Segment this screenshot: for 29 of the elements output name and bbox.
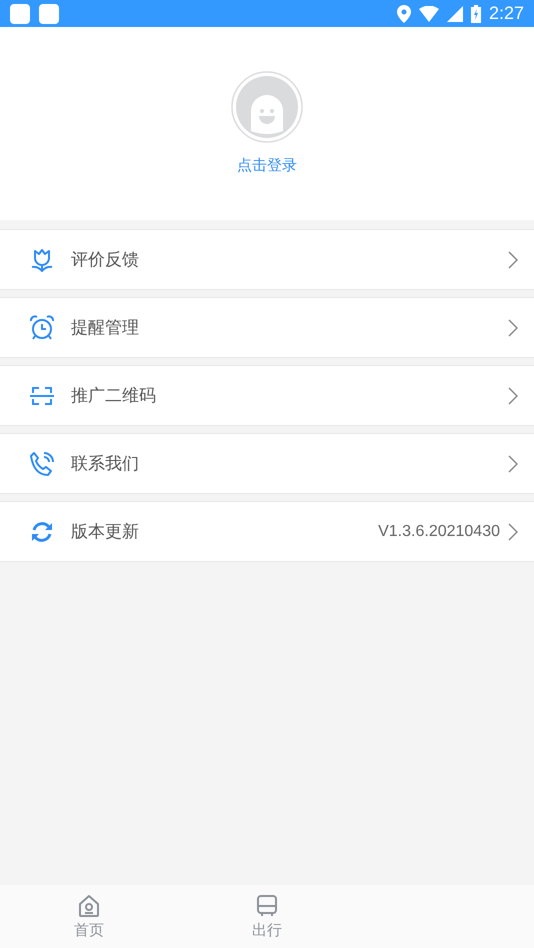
- chevron-right-icon: [508, 522, 518, 540]
- menu-label: 版本更新: [71, 521, 140, 543]
- alarm-clock-icon: [29, 314, 55, 340]
- location-icon: [396, 4, 411, 22]
- notification-icon: [10, 4, 30, 24]
- house-icon: [77, 894, 101, 918]
- chevron-right-icon: [508, 318, 518, 336]
- tulip-icon: [29, 246, 55, 272]
- chevron-right-icon: [508, 386, 518, 404]
- notification-icon: [39, 4, 59, 24]
- menu-item[interactable]: 提醒管理: [0, 297, 534, 358]
- menu-label: 联系我们: [71, 453, 140, 475]
- chevron-right-icon: [508, 250, 518, 268]
- menu-item[interactable]: 联系我们: [0, 433, 534, 494]
- battery-icon: [470, 4, 481, 22]
- phone-icon: [29, 450, 55, 476]
- avatar-icon[interactable]: [231, 71, 303, 143]
- menu-item[interactable]: 推广二维码: [0, 365, 534, 426]
- menu-label: 评价反馈: [71, 249, 140, 271]
- clock-time: 2:27: [488, 3, 524, 24]
- signal-icon: [446, 6, 463, 22]
- wifi-icon: [418, 6, 439, 22]
- bus-icon: [255, 894, 279, 918]
- menu-item[interactable]: 评价反馈: [0, 229, 534, 290]
- menu-label: 提醒管理: [71, 317, 140, 339]
- menu-item[interactable]: 版本更新 V1.3.6.20210430: [0, 501, 534, 562]
- chevron-right-icon: [508, 454, 518, 472]
- menu-label: 推广二维码: [71, 385, 157, 407]
- version-number: V1.3.6.20210430: [378, 522, 500, 540]
